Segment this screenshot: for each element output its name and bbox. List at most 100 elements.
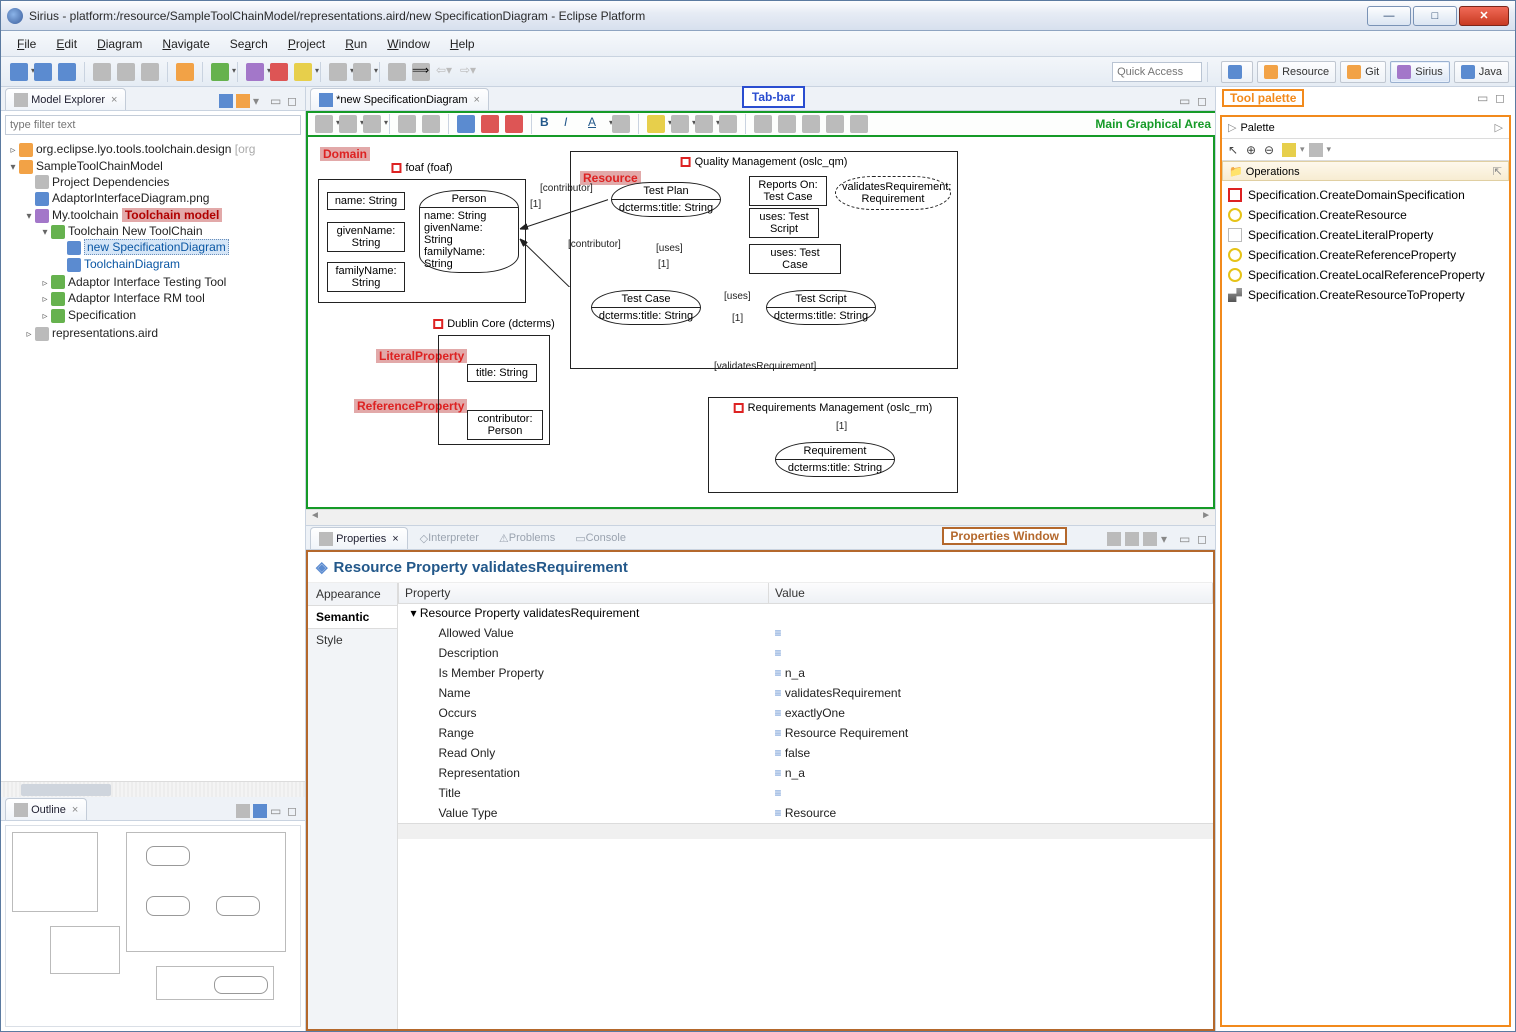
stop-button[interactable] (270, 63, 288, 81)
perspective-sirius[interactable]: Sirius (1390, 61, 1450, 83)
pointer-icon[interactable]: ↖ (1228, 143, 1242, 157)
image-button[interactable] (719, 115, 737, 133)
view-menu-icon[interactable]: ▾ (253, 94, 267, 108)
palette-item[interactable]: Specification.CreateReferenceProperty (1226, 245, 1505, 265)
save-button[interactable] (34, 63, 52, 81)
tree-item[interactable]: org.eclipse.lyo.tools.toolchain.design (36, 142, 231, 156)
chevron-icon[interactable]: ▷ (1495, 121, 1503, 134)
nav-back-drop[interactable]: ⇦▾ (436, 63, 454, 81)
property-row[interactable]: Name≡ validatesRequirement (399, 683, 1213, 703)
properties-table-wrap[interactable]: Property Value ▾ Resource Property valid… (398, 583, 1213, 1029)
restore-icon[interactable] (1143, 532, 1157, 546)
properties-hscroll[interactable] (398, 823, 1213, 839)
category-semantic[interactable]: Semantic (308, 605, 397, 629)
close-icon[interactable]: × (111, 94, 117, 106)
property-row[interactable]: Read Only≡ false (399, 743, 1213, 763)
menu-run[interactable]: Run (335, 34, 377, 54)
view-menu-icon[interactable]: ▾ (1161, 532, 1175, 546)
palette-item[interactable]: Specification.CreateDomainSpecification (1226, 185, 1505, 205)
property-value[interactable]: ≡ (769, 783, 1213, 803)
tree-item[interactable]: ToolchainDiagram (84, 257, 180, 271)
tree-item[interactable]: SampleToolChainModel (36, 159, 163, 173)
outline-tool-icon[interactable] (236, 804, 250, 818)
col-value[interactable]: Value (769, 583, 1213, 603)
nav-fwd[interactable]: ⟹ (412, 63, 430, 81)
menu-help[interactable]: Help (440, 34, 485, 54)
open-perspective-button[interactable] (1221, 61, 1253, 83)
resource-requirement[interactable]: Requirement dcterms:title: String (775, 442, 895, 477)
minimize-view-icon[interactable]: ▭ (1477, 91, 1491, 105)
reset-button[interactable] (754, 115, 772, 133)
font-color-button[interactable]: A (588, 115, 606, 133)
close-button[interactable] (1459, 6, 1509, 26)
tab-interpreter[interactable]: ◇ Interpreter (412, 527, 487, 549)
property-value[interactable]: ≡ (769, 623, 1213, 643)
perspective-java[interactable]: Java (1454, 61, 1509, 83)
outline-thumb-icon[interactable] (253, 804, 267, 818)
menu-diagram[interactable]: Diagram (87, 34, 152, 54)
paste-button[interactable] (141, 63, 159, 81)
delete-button[interactable] (505, 115, 523, 133)
property-value[interactable]: ≡ (769, 643, 1213, 663)
tree-item-selected[interactable]: new SpecificationDiagram (84, 239, 229, 255)
tree-item[interactable]: Specification (68, 308, 136, 322)
tree-item[interactable]: Project Dependencies (52, 175, 169, 189)
menu-edit[interactable]: Edit (46, 34, 87, 54)
close-icon[interactable]: × (72, 804, 78, 816)
bold-button[interactable]: B (540, 115, 558, 133)
maximize-button[interactable] (1413, 6, 1457, 26)
resource-testcase[interactable]: Test Case dcterms:title: String (591, 290, 701, 325)
property-row[interactable]: Title≡ (399, 783, 1213, 803)
domain-dcterms[interactable]: Dublin Core (dcterms) title: String cont… (438, 335, 550, 445)
show-advanced-icon[interactable] (1125, 532, 1139, 546)
menu-search[interactable]: Search (220, 34, 278, 54)
tree-item[interactable]: AdaptorInterfaceDiagram.png (52, 191, 209, 205)
palette-item[interactable]: Specification.CreateResource (1226, 205, 1505, 225)
small-field[interactable]: uses: Test Script (749, 208, 819, 238)
tree-item[interactable]: representations.aird (52, 326, 158, 340)
menu-button2[interactable] (353, 63, 371, 81)
category-appearance[interactable]: Appearance (308, 583, 397, 605)
domain-rm[interactable]: Requirements Management (oslc_rm) Requir… (708, 397, 958, 493)
copy-button[interactable] (117, 63, 135, 81)
diagram-canvas[interactable]: Domain Resource LiteralProperty Referenc… (306, 137, 1215, 509)
tree-item[interactable]: Adaptor Interface RM tool (68, 291, 205, 305)
hide-button[interactable] (778, 115, 796, 133)
debug-button[interactable] (246, 63, 264, 81)
small-field[interactable]: uses: Test Case (749, 244, 841, 274)
arrange-button[interactable] (315, 115, 333, 133)
menu-button[interactable] (329, 63, 347, 81)
menu-window[interactable]: Window (377, 34, 440, 54)
tab-console[interactable]: ▭ Console (567, 527, 634, 549)
pin-icon[interactable]: ⇱ (1493, 165, 1502, 178)
filters-button[interactable] (422, 115, 440, 133)
collapse-icon[interactable] (236, 94, 250, 108)
palette-item[interactable]: Specification.CreateLocalReferenceProper… (1226, 265, 1505, 285)
property-value[interactable]: ≡ n_a (769, 763, 1213, 783)
show-categories-icon[interactable] (1107, 532, 1121, 546)
property-row[interactable]: Allowed Value≡ (399, 623, 1213, 643)
property-value[interactable]: ≡ exactlyOne (769, 703, 1213, 723)
close-icon[interactable]: × (474, 94, 480, 106)
reveal-button[interactable] (802, 115, 820, 133)
domain-qm[interactable]: Quality Management (oslc_qm) Test Plan d… (570, 151, 958, 369)
perspective-git[interactable]: Git (1340, 61, 1386, 83)
property-value[interactable]: ≡ n_a (769, 663, 1213, 683)
property-row[interactable]: Value Type≡ Resource (399, 803, 1213, 823)
fill-button[interactable] (647, 115, 665, 133)
menu-project[interactable]: Project (278, 34, 335, 54)
zoom-button[interactable] (176, 63, 194, 81)
canvas-hscroll[interactable] (306, 509, 1215, 525)
maximize-view-icon[interactable]: ◻ (1495, 91, 1509, 105)
category-style[interactable]: Style (308, 629, 397, 651)
external-button[interactable] (294, 63, 312, 81)
tab-properties[interactable]: Properties× (310, 527, 408, 549)
resource-testscript[interactable]: Test Script dcterms:title: String (766, 290, 876, 325)
close-icon[interactable]: × (392, 533, 398, 545)
property-row[interactable]: Is Member Property≡ n_a (399, 663, 1213, 683)
layers-button[interactable] (398, 115, 416, 133)
reference-field[interactable]: contributor: Person (467, 410, 543, 440)
line-style-button[interactable] (695, 115, 713, 133)
tree-item[interactable]: Adaptor Interface Testing Tool (68, 275, 226, 289)
minimize-view-icon[interactable]: ▭ (270, 804, 284, 818)
